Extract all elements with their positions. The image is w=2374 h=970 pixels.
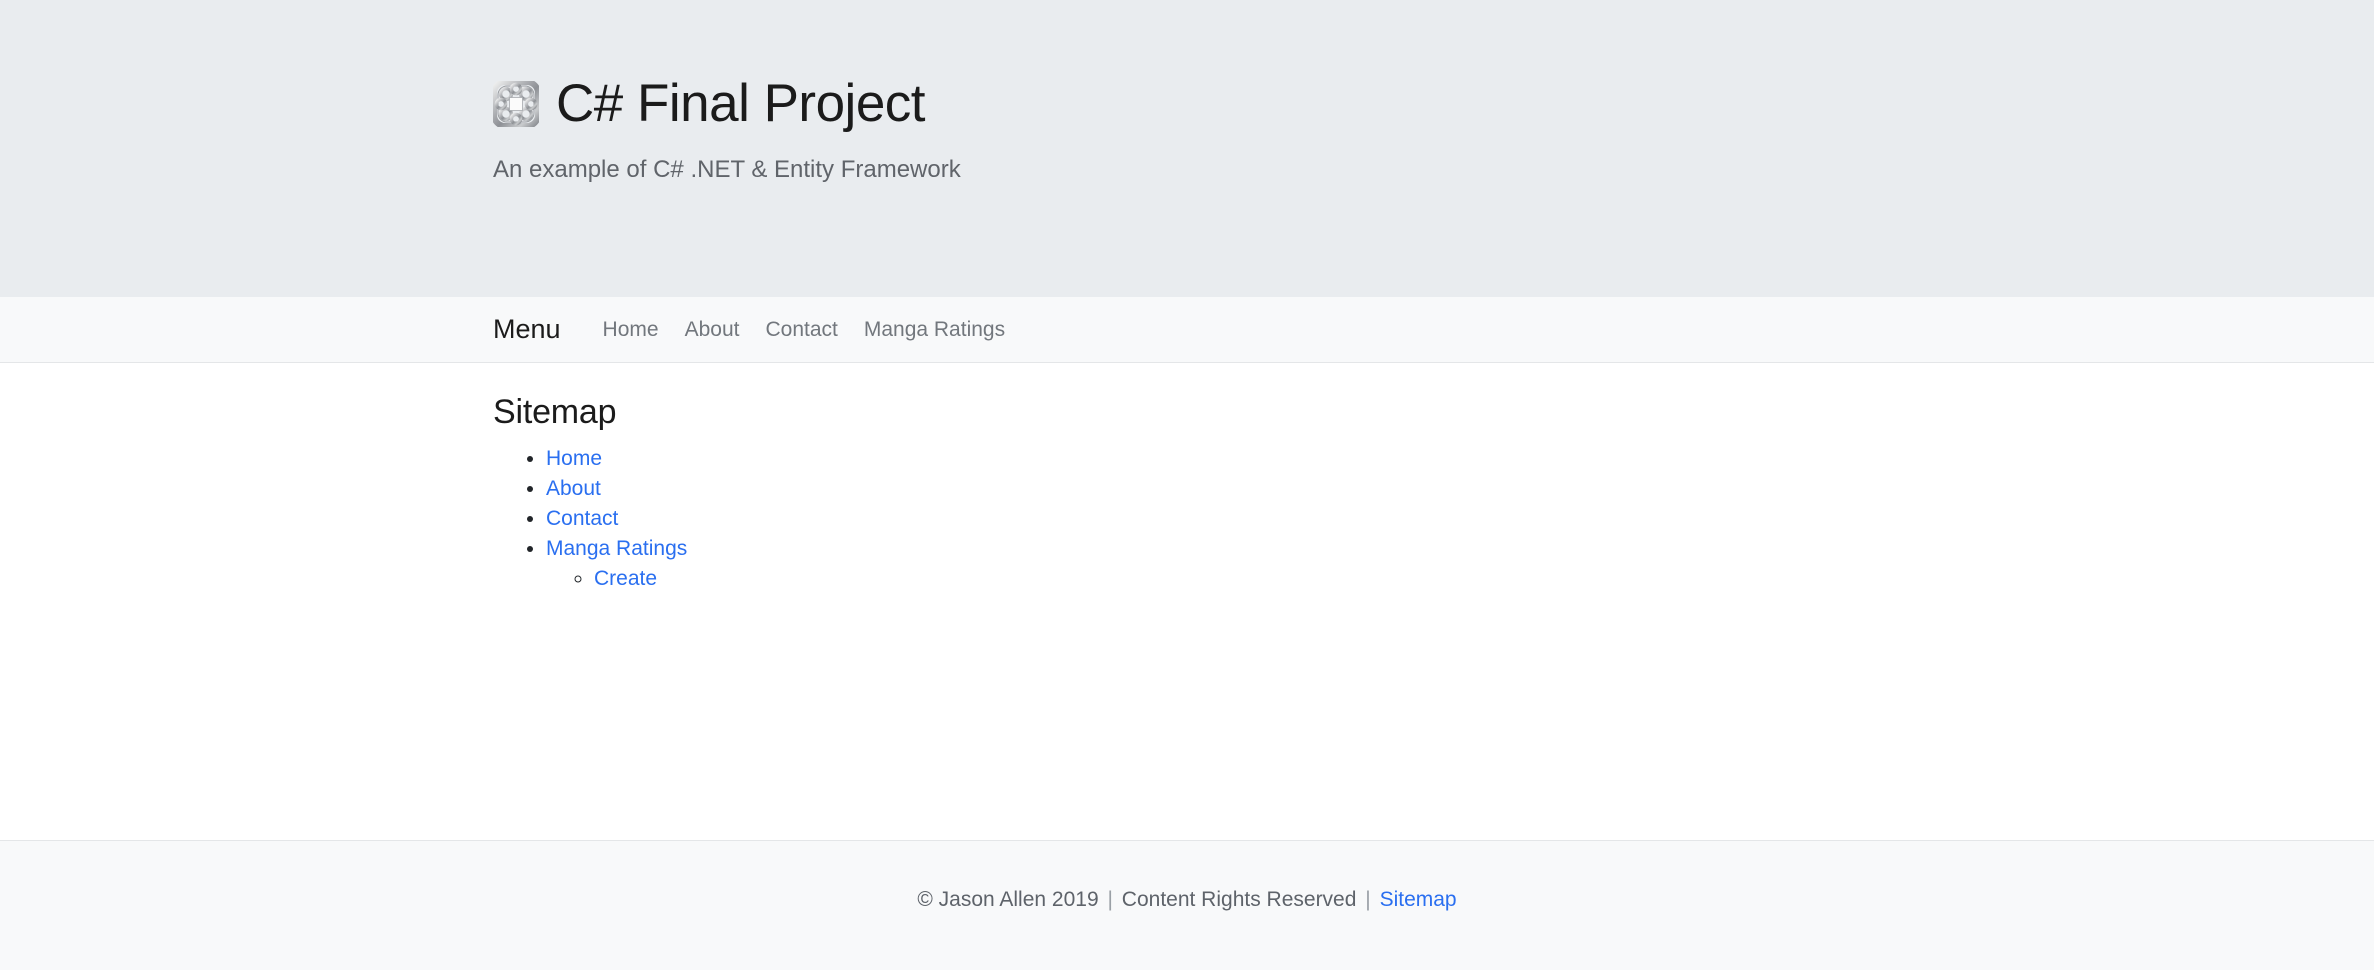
brand-row: C# Final Project: [493, 73, 2374, 135]
hero-content: C# Final Project An example of C# .NET &…: [0, 0, 2374, 185]
nav-link-about[interactable]: About: [685, 318, 740, 341]
nav-link-contact[interactable]: Contact: [765, 318, 837, 341]
footer-copyright: © Jason Allen 2019: [917, 888, 1099, 911]
list-item: About: [546, 474, 2374, 504]
nav-link-manga-ratings[interactable]: Manga Ratings: [864, 318, 1005, 341]
page-title: C# Final Project: [556, 74, 926, 134]
main-navbar: Menu Home About Contact Manga Ratings: [0, 297, 2374, 363]
list-item: Manga Ratings Create: [546, 534, 2374, 594]
sitemap-list: Home About Contact Manga Ratings Create: [493, 444, 2374, 594]
footer-link-sitemap[interactable]: Sitemap: [1380, 888, 1457, 911]
page-footer: © Jason Allen 2019 | Content Rights Rese…: [0, 840, 2374, 970]
nav-item-manga-ratings: Manga Ratings: [864, 318, 1005, 342]
nav-item-contact: Contact: [765, 318, 837, 342]
navbar-links: Home About Contact Manga Ratings: [603, 318, 1006, 342]
list-item: Contact: [546, 504, 2374, 534]
footer-separator-2: |: [1365, 888, 1371, 911]
footer-separator-1: |: [1107, 888, 1113, 911]
sitemap-link-create[interactable]: Create: [594, 567, 657, 590]
list-item: Home: [546, 444, 2374, 474]
footer-rights: Content Rights Reserved: [1121, 888, 1357, 911]
hero-subtitle: An example of C# .NET & Entity Framework: [493, 156, 961, 183]
sitemap-link-home[interactable]: Home: [546, 447, 602, 470]
page-root: C# Final Project An example of C# .NET &…: [0, 0, 2374, 970]
nav-item-about: About: [685, 318, 740, 342]
sitemap-heading: Sitemap: [493, 393, 617, 431]
hero-banner: C# Final Project An example of C# .NET &…: [0, 0, 2374, 297]
sitemap-link-about[interactable]: About: [546, 477, 601, 500]
sitemap-link-contact[interactable]: Contact: [546, 507, 618, 530]
nav-item-home: Home: [603, 318, 659, 342]
chain-link-knot-icon: [493, 81, 539, 127]
navbar-brand-menu[interactable]: Menu: [493, 314, 561, 345]
main-content: Sitemap Home About Contact Manga Ratings…: [0, 363, 2374, 840]
nav-link-home[interactable]: Home: [603, 318, 659, 341]
sitemap-sublist-manga-ratings: Create: [546, 564, 2374, 594]
list-item: Create: [594, 564, 2374, 594]
sitemap-link-manga-ratings[interactable]: Manga Ratings: [546, 537, 687, 560]
footer-text: © Jason Allen 2019 | Content Rights Rese…: [917, 888, 1456, 912]
